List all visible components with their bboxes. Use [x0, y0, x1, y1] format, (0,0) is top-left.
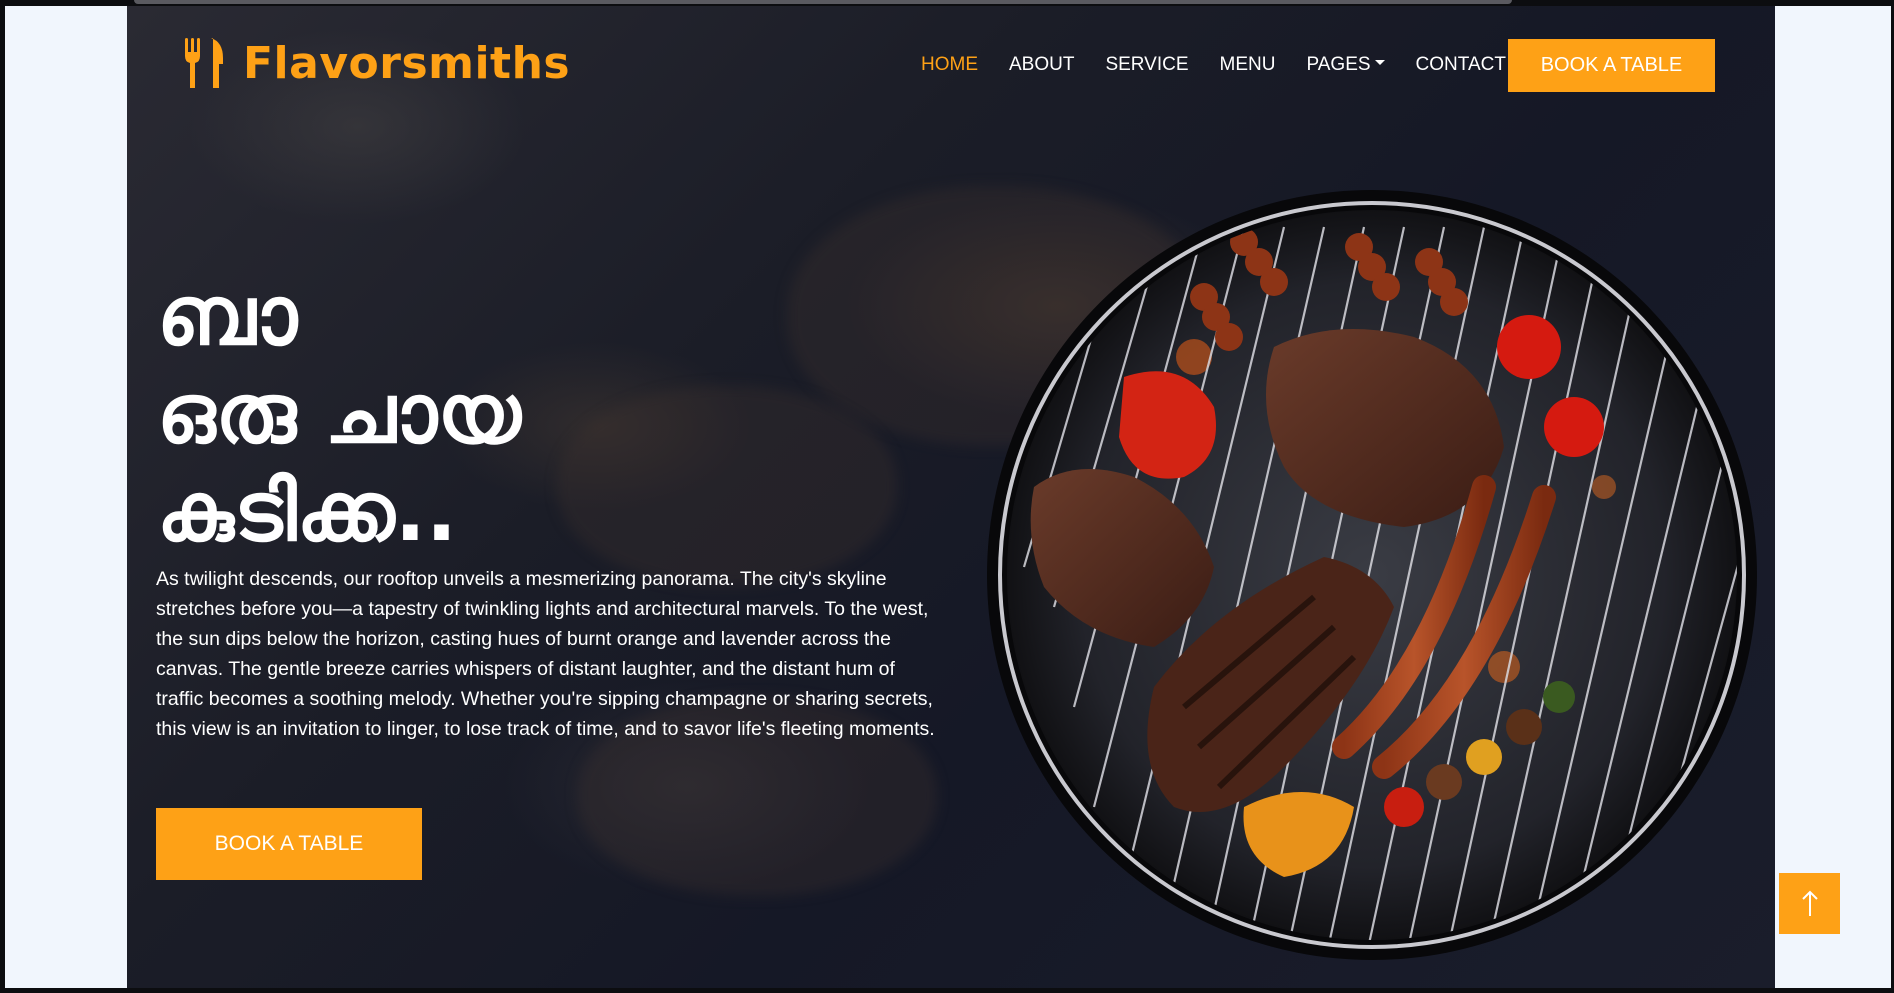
grill-food-image: [987, 190, 1757, 960]
window-top-edge: [134, 0, 1512, 4]
hero-title-line: കുടിക്ക..: [157, 465, 458, 560]
hero-description: As twilight descends, our rooftop unveil…: [156, 568, 935, 740]
browser-frame: Flavorsmiths HOME ABOUT SERVICE MENU PAG…: [0, 0, 1894, 993]
hero-title-line: ബാ: [157, 269, 298, 364]
hero-section: Flavorsmiths HOME ABOUT SERVICE MENU PAG…: [127, 6, 1775, 988]
nav-pages[interactable]: PAGES: [1306, 53, 1385, 77]
book-table-hero-button[interactable]: BOOK A TABLE: [156, 808, 422, 880]
back-to-top-button[interactable]: [1779, 873, 1840, 934]
brand-logo[interactable]: Flavorsmiths: [183, 36, 570, 90]
caret-down-icon: [1374, 60, 1385, 66]
nav-menu[interactable]: MENU: [1220, 53, 1276, 77]
arrow-up-icon: [1801, 890, 1818, 916]
nav-contact[interactable]: CONTACT: [1416, 53, 1506, 77]
utensils-icon: [185, 38, 223, 88]
right-margin: [1775, 6, 1891, 988]
brand-name: Flavorsmiths: [243, 37, 571, 89]
nav-service[interactable]: SERVICE: [1105, 53, 1188, 77]
book-table-nav-button[interactable]: BOOK A TABLE: [1508, 39, 1715, 92]
nav-pages-label: PAGES: [1306, 54, 1371, 75]
nav-home[interactable]: HOME: [921, 53, 978, 77]
nav-about[interactable]: ABOUT: [1009, 53, 1074, 77]
hero-title: ബാ ഒരു ചായ കുടിക്ക..: [157, 268, 857, 562]
hero-title-line: ഒരു ചായ: [157, 367, 521, 462]
left-margin: [5, 6, 127, 988]
main-nav: HOME ABOUT SERVICE MENU PAGES CONTACT: [921, 53, 1537, 77]
